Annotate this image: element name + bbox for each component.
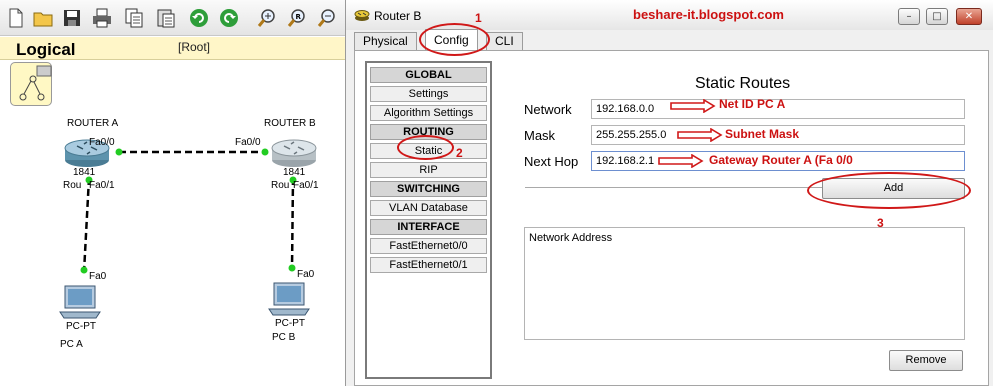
pc-a-type: PC-PT (66, 321, 96, 332)
tab-physical[interactable]: Physical (354, 32, 417, 50)
zoom-reset-icon[interactable]: R (285, 6, 309, 30)
redo-icon[interactable] (217, 6, 241, 30)
link-router-b-pc-b (290, 177, 295, 270)
zoom-out-icon[interactable] (315, 6, 339, 30)
subnet-arrow (677, 128, 723, 142)
nav-item-settings[interactable]: Settings (370, 86, 487, 102)
minimize-button[interactable]: – (898, 8, 920, 25)
nav-header-global: GLOBAL (370, 67, 487, 83)
static-routes-title: Static Routes (695, 75, 791, 92)
close-button[interactable]: ✕ (956, 8, 982, 25)
network-label: Network (524, 102, 572, 117)
router-b-name: ROUTER B (264, 118, 316, 129)
router-a-model: 1841 (73, 167, 96, 178)
main-toolbar: R (0, 0, 345, 36)
router-b-model: 1841 (283, 167, 306, 178)
save-icon[interactable] (60, 6, 84, 30)
svg-text:R: R (296, 13, 302, 21)
router-b-icon (271, 139, 317, 167)
mask-label: Mask (524, 128, 556, 143)
pc-a-icon (59, 285, 101, 319)
nav-item-algorithm-settings[interactable]: Algorithm Settings (370, 105, 487, 121)
router-a-short: Rou (63, 180, 82, 191)
nav-header-interface: INTERFACE (370, 219, 487, 235)
step-1-marker: 1 (475, 11, 482, 25)
step-3-marker: 3 (877, 216, 884, 230)
router-a-port-fa0-0: Fa0/0 (89, 137, 115, 148)
logical-view-title: Logical (16, 40, 76, 59)
nav-header-switching: SWITCHING (370, 181, 487, 197)
router-b-port-fa0-0: Fa0/0 (235, 137, 261, 148)
nav-item-vlan-database[interactable]: VLAN Database (370, 200, 487, 216)
pc-a-port: Fa0 (89, 271, 107, 282)
print-icon[interactable] (90, 6, 114, 30)
config-sidebar: GLOBAL Settings Algorithm Settings ROUTI… (365, 61, 492, 379)
static-item-highlight (397, 135, 454, 160)
net-id-arrow (670, 99, 716, 113)
router-a-name: ROUTER A (67, 118, 119, 129)
paste-icon[interactable] (154, 6, 178, 30)
step-2-marker: 2 (456, 146, 463, 160)
pc-b-name: PC B (272, 332, 296, 343)
next-hop-label: Next Hop (524, 154, 579, 169)
watermark-text: beshare-it.blogspot.com (633, 7, 784, 22)
root-breadcrumb[interactable]: [Root] (178, 40, 210, 54)
nav-item-fastethernet0-0[interactable]: FastEthernet0/0 (370, 238, 487, 254)
remove-button[interactable]: Remove (889, 350, 963, 371)
network-address-list[interactable]: Network Address (524, 227, 965, 340)
window-title: Router B (374, 9, 422, 23)
config-tab-highlight (419, 23, 490, 56)
new-file-icon[interactable] (4, 6, 28, 30)
tab-cli[interactable]: CLI (486, 32, 523, 50)
nav-item-fastethernet0-1[interactable]: FastEthernet0/1 (370, 257, 487, 273)
maximize-button[interactable]: □ (926, 8, 948, 25)
copy-icon[interactable] (122, 6, 146, 30)
link-router-a-pc-a (82, 177, 91, 273)
net-id-annotation: Net ID PC A (719, 97, 786, 111)
add-button-highlight (807, 172, 971, 209)
pc-b-type: PC-PT (275, 318, 305, 329)
open-folder-icon[interactable] (31, 6, 55, 30)
topology-canvas[interactable]: ROUTER A Fa0/0 1841 Rou Fa0/1 ROUTER B F… (0, 60, 345, 386)
pc-b-port: Fa0 (297, 269, 315, 280)
router-b-port-fa0-1: Fa0/1 (293, 180, 319, 191)
network-address-header: Network Address (529, 232, 613, 244)
nav-item-rip[interactable]: RIP (370, 162, 487, 178)
zoom-in-icon[interactable] (255, 6, 279, 30)
pc-a-name: PC A (60, 339, 83, 350)
router-app-icon (354, 10, 370, 21)
router-b-short: Rou (271, 180, 290, 191)
gateway-arrow (658, 154, 704, 168)
pc-b-icon (268, 282, 310, 316)
gateway-annotation: Gateway Router A (Fa 0/0 (709, 153, 853, 167)
router-a-port-fa0-1: Fa0/1 (89, 180, 115, 191)
subnet-annotation: Subnet Mask (725, 127, 800, 141)
undo-icon[interactable] (187, 6, 211, 30)
workspace-panel: R Logical [Root] ROUTER A Fa0/0 1841 Rou… (0, 0, 345, 386)
